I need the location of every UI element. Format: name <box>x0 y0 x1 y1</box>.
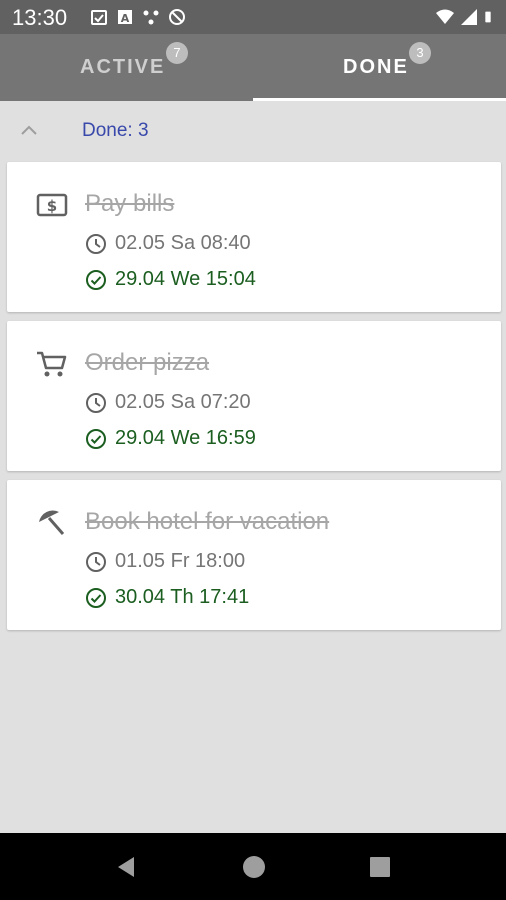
check-circle-icon <box>86 587 106 608</box>
clock-icon <box>86 392 106 413</box>
status-time: 13:30 <box>12 5 68 30</box>
app-a-icon: A <box>118 10 132 25</box>
svg-text:$: $ <box>47 197 57 215</box>
chevron-up-icon[interactable] <box>18 119 40 141</box>
clock-icon <box>86 233 106 254</box>
tab-active-badge: 7 <box>166 42 188 64</box>
back-icon[interactable] <box>112 853 140 881</box>
tab-done[interactable]: DONE 3 <box>253 34 506 101</box>
task-title: Order pizza <box>85 349 210 376</box>
due-time: 01.05 Fr 18:00 <box>115 550 246 572</box>
tab-active-label: ACTIVE <box>80 56 166 78</box>
done-time: 29.04 We 16:59 <box>115 427 256 449</box>
done-time: 30.04 Th 17:41 <box>115 586 250 608</box>
calendar-icon <box>91 10 107 25</box>
done-row: 30.04 Th 17:41 <box>85 586 249 609</box>
system-icons <box>436 8 496 26</box>
task-card[interactable]: Order pizza 02.05 Sa 07:20 29.04 We 16:5… <box>7 321 501 471</box>
section-title: Done: 3 <box>82 120 149 141</box>
shopping-cart-icon <box>37 351 67 377</box>
home-icon[interactable] <box>240 853 268 881</box>
tab-bar: ACTIVE 7 DONE 3 <box>0 34 506 101</box>
done-row: 29.04 We 15:04 <box>85 268 256 291</box>
due-row: 01.05 Fr 18:00 <box>85 550 245 573</box>
task-title: Pay bills <box>85 190 175 217</box>
due-time: 02.05 Sa 08:40 <box>115 232 251 254</box>
notification-icons: A <box>90 8 186 26</box>
wifi-icon <box>436 9 454 24</box>
recents-icon[interactable] <box>366 853 394 881</box>
tab-active[interactable]: ACTIVE 7 <box>0 34 253 101</box>
status-bar: 13:30 A <box>0 0 506 34</box>
done-row: 29.04 We 16:59 <box>85 427 256 450</box>
network-nodes-icon <box>143 10 159 25</box>
task-card[interactable]: Book hotel for vacation 01.05 Fr 18:00 3… <box>7 480 501 630</box>
check-circle-icon <box>86 428 106 449</box>
navigation-bar <box>0 833 506 900</box>
task-card[interactable]: $ Pay bills 02.05 Sa 08:40 29.04 We 15:0… <box>7 162 501 312</box>
battery-icon <box>485 11 491 23</box>
beach-umbrella-icon <box>39 510 65 535</box>
tab-done-badge: 3 <box>409 42 431 64</box>
clock-icon <box>86 551 106 572</box>
tab-done-label: DONE <box>343 56 409 78</box>
done-time: 29.04 We 15:04 <box>115 268 256 290</box>
due-row: 02.05 Sa 07:20 <box>85 391 251 414</box>
done-section-header[interactable]: Done: 3 <box>0 101 506 159</box>
signal-icon <box>461 9 477 25</box>
task-title: Book hotel for vacation <box>85 508 330 535</box>
due-row: 02.05 Sa 08:40 <box>85 232 251 255</box>
no-disturb-icon <box>169 9 185 25</box>
svg-text:A: A <box>121 12 130 25</box>
dollar-bill-icon: $ <box>36 193 68 217</box>
due-time: 02.05 Sa 07:20 <box>115 391 251 413</box>
check-circle-icon <box>86 269 106 290</box>
